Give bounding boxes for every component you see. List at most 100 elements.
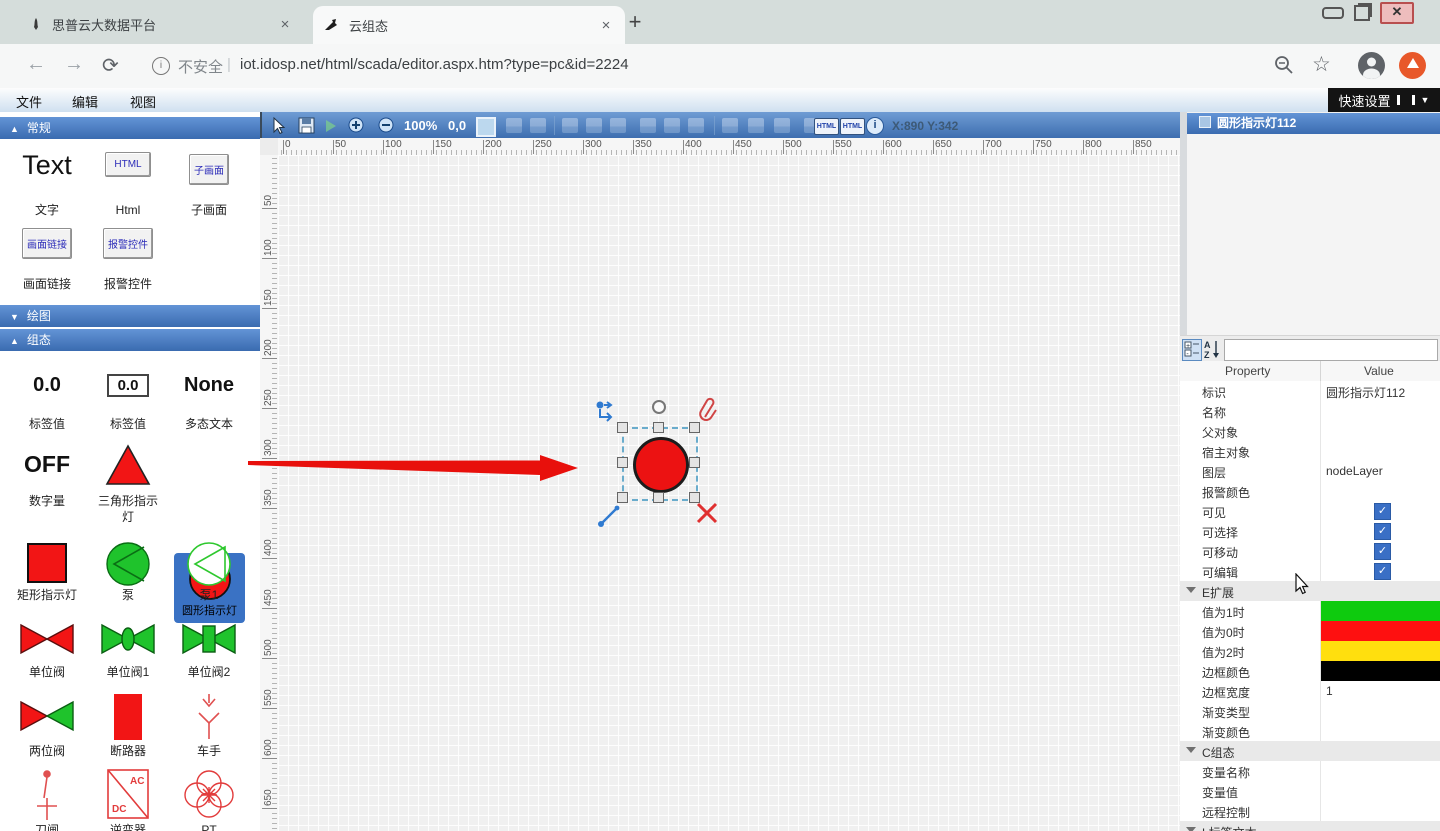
resize-handle-n[interactable] [653,422,664,433]
palette-item-valve[interactable]: 单位阀 [8,618,86,659]
property-row[interactable]: 父对象 [1180,421,1440,442]
rotate-handle[interactable] [652,400,666,414]
property-row[interactable]: 值为1时 [1180,601,1440,622]
menu-file[interactable]: 文件 [16,92,42,111]
palette-item-inverter[interactable]: ACDC 逆变器 [89,768,167,823]
palette-item-digital[interactable]: OFF 数字量 [8,443,86,478]
resize-handle-ne[interactable] [689,422,700,433]
resize-handle-s[interactable] [653,492,664,503]
bookmark-star-icon[interactable]: ☆ [1312,52,1331,77]
delete-x-icon[interactable] [696,502,718,524]
section-header-general[interactable]: ▲常规 [0,117,260,139]
property-row[interactable]: 远程控制 [1180,801,1440,822]
save-icon[interactable] [298,117,315,134]
property-row[interactable]: 变量值 [1180,781,1440,802]
color-swatch[interactable] [1321,621,1440,641]
property-row[interactable]: 标识圆形指示灯112 [1180,381,1440,402]
palette-item-valve1[interactable]: 单位阀1 [89,618,167,659]
resize-handle-e[interactable] [689,457,700,468]
section-header-scada[interactable]: ▲组态 [0,329,260,351]
column-divider[interactable] [1320,361,1321,381]
property-row[interactable]: 变量名称 [1180,761,1440,782]
property-row[interactable]: 值为0时 [1180,621,1440,642]
page-info-icon[interactable]: i [152,57,170,75]
object-tree-area[interactable] [1187,134,1440,335]
quick-settings-button[interactable]: 快速设置 ▼ [1328,88,1440,112]
attachment-paperclip-icon[interactable] [698,397,720,423]
property-group-row[interactable]: L标签文本 [1180,821,1440,831]
close-icon[interactable]: ✕ [1380,2,1414,24]
property-row[interactable]: 边框宽度1 [1180,681,1440,702]
property-row[interactable]: 图层nodeLayer [1180,461,1440,482]
palette-item-text[interactable]: Text 文字 [8,150,86,220]
property-group-row[interactable]: E扩展 [1180,581,1440,602]
property-group-row[interactable]: C组态 [1180,741,1440,762]
html-preview-icon[interactable]: HTML [840,118,865,135]
checkbox-checked[interactable] [1374,503,1391,520]
palette-item-triangle-indicator[interactable]: 三角形指示灯 [89,443,167,490]
palette-item-two-position-valve[interactable]: 两位阀 [8,693,86,736]
browser-tab-1[interactable]: 思普云大数据平台 × [28,8,294,40]
property-row[interactable]: 可选择 [1180,521,1440,542]
new-tab-button[interactable]: + [622,10,648,36]
palette-item-html[interactable]: HTML Html [89,150,167,220]
palette-item-subscreen[interactable]: 子画面 子画面 [170,150,248,220]
palette-item-rect-indicator[interactable]: 矩形指示灯 [8,541,86,588]
palette-item-pump1[interactable]: 泵1 [170,541,248,590]
browser-tab-2-active[interactable]: 云组态 × [313,6,625,44]
browser-logo-icon[interactable] [1399,52,1426,79]
palette-item-tag-value-boxed[interactable]: 0.0 标签值 [89,374,167,397]
property-filter-input[interactable] [1224,339,1438,361]
zoom-out-icon[interactable] [378,117,395,134]
palette-item-pt[interactable]: PT [170,768,248,823]
menu-view[interactable]: 视图 [130,92,156,111]
profile-avatar[interactable] [1358,52,1385,79]
minimize-icon[interactable] [1322,7,1344,19]
menu-edit[interactable]: 编辑 [72,92,98,111]
checkbox-checked[interactable] [1374,543,1391,560]
resize-handle-w[interactable] [617,457,628,468]
property-row[interactable]: 可见 [1180,501,1440,522]
html-export-icon[interactable]: HTML [814,118,839,135]
info-icon[interactable]: i [866,117,884,135]
property-row[interactable]: 渐变类型 [1180,701,1440,722]
color-swatch[interactable] [1321,641,1440,661]
palette-item-screen-link[interactable]: 画面链接 画面链接 [8,228,86,294]
categorized-view-icon[interactable]: +- [1182,339,1202,361]
palette-item-breaker[interactable]: 断路器 [89,693,167,744]
property-row[interactable]: 边框颜色 [1180,661,1440,682]
palette-item-alarm-control[interactable]: 报警控件 报警控件 [89,228,167,294]
palette-item-knife-switch[interactable]: 刀闸 [8,768,86,823]
canvas-grid-icon[interactable] [476,117,496,137]
connector-tool-icon[interactable] [594,399,622,427]
property-row[interactable]: 可编辑 [1180,561,1440,582]
palette-item-tag-value[interactable]: 0.0 标签值 [8,374,86,397]
property-row[interactable]: 值为2时 [1180,641,1440,662]
palette-item-multistate-text[interactable]: None 多态文本 [170,374,248,397]
property-row[interactable]: 可移动 [1180,541,1440,562]
palette-item-pump[interactable]: 泵 [89,541,167,590]
restore-icon[interactable] [1354,5,1370,21]
property-row[interactable]: 渐变颜色 [1180,721,1440,742]
alphabetical-sort-icon[interactable]: AZ [1203,339,1221,359]
checkbox-checked[interactable] [1374,563,1391,580]
section-header-drawing[interactable]: ▼绘图 [0,305,260,327]
color-swatch[interactable] [1321,661,1440,681]
forward-icon[interactable]: → [64,53,84,76]
palette-item-valve2[interactable]: 单位阀2 [170,618,248,659]
design-canvas[interactable] [278,155,1180,831]
color-swatch[interactable] [1321,601,1440,621]
back-icon[interactable]: ← [26,53,46,76]
line-tool-icon[interactable] [596,501,624,529]
tab-close-icon[interactable]: × [276,16,294,33]
tab-close-icon[interactable]: × [597,17,615,34]
property-row[interactable]: 报警颜色 [1180,481,1440,502]
url-text[interactable]: iot.idosp.net/html/scada/editor.aspx.htm… [240,56,629,73]
select-cursor-icon[interactable] [270,117,287,134]
reload-icon[interactable]: ⟳ [102,53,119,78]
run-icon[interactable] [326,120,336,132]
find-zoom-icon[interactable] [1274,55,1294,75]
checkbox-checked[interactable] [1374,523,1391,540]
property-row[interactable]: 宿主对象 [1180,441,1440,462]
zoom-in-icon[interactable] [348,117,365,134]
